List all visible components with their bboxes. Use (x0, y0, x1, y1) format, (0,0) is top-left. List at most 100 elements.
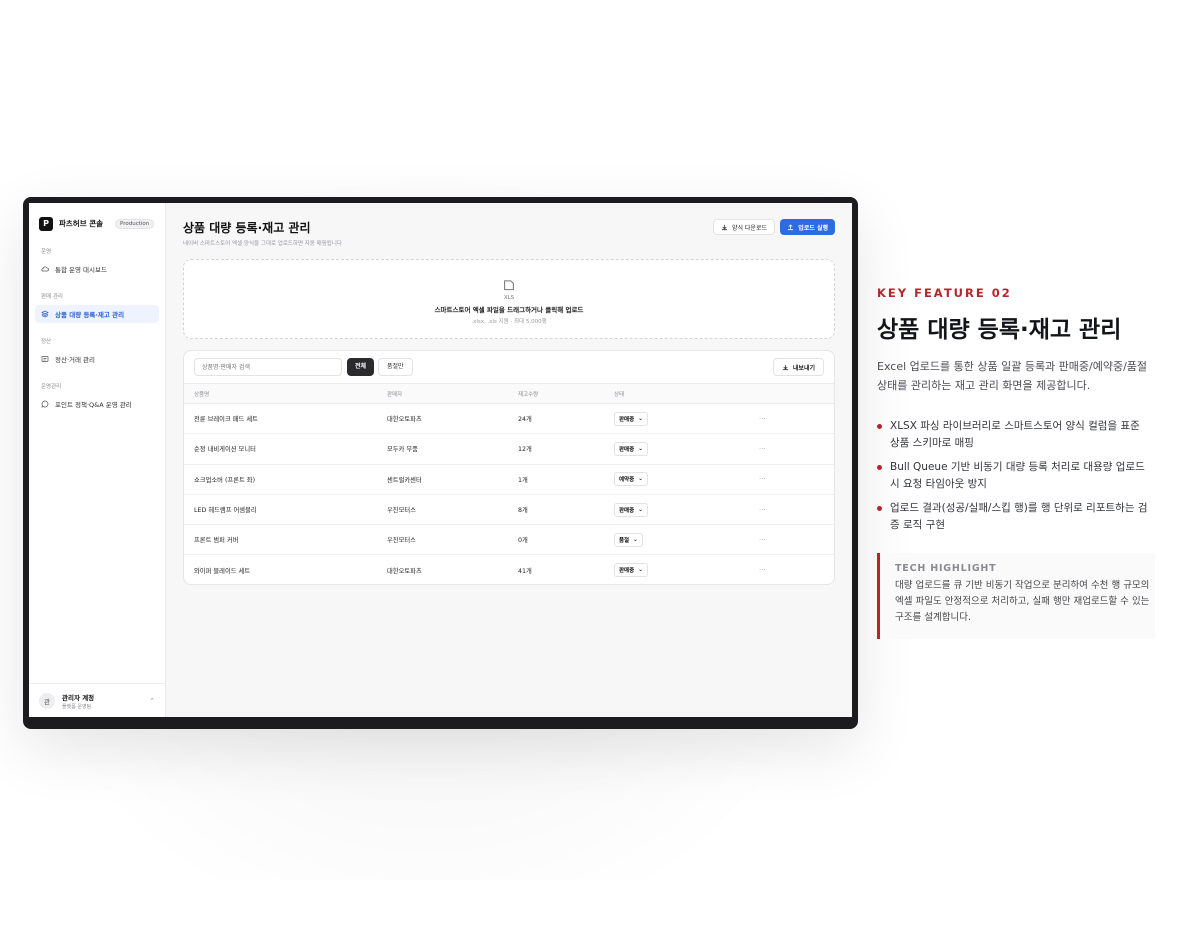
list-item: XLSX 파싱 라이브러리로 스마트스토어 양식 컬럼을 표준 상품 스키마로 … (877, 418, 1152, 451)
status-select[interactable]: 판매중 ⌄ (614, 563, 648, 578)
cell-seller: 우진모터스 (387, 494, 518, 526)
upload-icon (788, 223, 794, 230)
export-button[interactable]: 내보내기 (772, 358, 824, 376)
page-title: 상품 대량 등록·재고 관리 (183, 221, 311, 235)
sidebar-item-label: 상품 대량 등록·재고 관리 (55, 311, 125, 319)
download-icon (782, 364, 789, 370)
upload-run-button[interactable]: 업로드 실행 (780, 219, 835, 235)
file-type-label: XLS (503, 295, 515, 301)
cell-product-name: 프론트 범퍼 커버 (184, 524, 387, 556)
chevron-down-icon: ⌄ (638, 415, 643, 422)
table-row: 프론트 범퍼 커버 우진모터스 0개 품절 ⌄ ··· (184, 524, 834, 556)
sidebar: P 파츠허브 콘솔 Production 운영 통합 운영 대시보드 판매 관리… (29, 203, 166, 717)
sidebar-item-label: 정산·거래 관리 (55, 356, 96, 364)
filter-soldout-button[interactable]: 품절만 (378, 358, 413, 376)
column-header-actions (759, 383, 834, 404)
more-icon[interactable]: ··· (759, 475, 766, 483)
table-row: 쇼크업소버 (프론트 좌) 센트럴카센터 1개 예약중 ⌄ ··· (184, 464, 834, 495)
status-value: 품절 (619, 537, 630, 544)
feature-bullets: XLSX 파싱 라이브러리로 스마트스토어 양식 컬럼을 표준 상품 스키마로 … (877, 418, 1152, 541)
main-content: 상품 대량 등록·재고 관리 네이버 스마트스토어 엑셀 양식을 그대로 업로드… (183, 203, 835, 717)
cell-seller: 센트럴카센터 (387, 464, 518, 495)
inventory-panel: 전체 품절만 내보내기 상품명 판매자 재고수량 상태 (183, 350, 835, 585)
tech-highlight-title: TECH HIGHLIGHT (895, 563, 997, 574)
list-item: Bull Queue 기반 비동기 대량 등록 처리로 대용량 업로드 시 요청… (877, 459, 1152, 492)
more-icon[interactable]: ··· (759, 506, 766, 514)
search-input[interactable] (194, 358, 342, 376)
bullet-text: XLSX 파싱 라이브러리로 스마트스토어 양식 컬럼을 표준 상품 스키마로 … (890, 420, 1140, 449)
status-select[interactable]: 예약중 ⌄ (614, 472, 648, 487)
sidebar-item-dashboard[interactable]: 통합 운영 대시보드 (35, 260, 159, 278)
sidebar-item-bulk-upload[interactable]: 상품 대량 등록·재고 관리 (35, 305, 159, 323)
more-icon[interactable]: ··· (759, 415, 766, 423)
bullet-dot-icon (877, 506, 882, 511)
device-frame: P 파츠허브 콘솔 Production 운영 통합 운영 대시보드 판매 관리… (23, 197, 858, 729)
environment-badge: Production (115, 218, 155, 229)
template-download-label: 양식 다운로드 (731, 224, 767, 232)
status-select[interactable]: 판매중 ⌄ (614, 502, 648, 517)
sidebar-item-points-qna[interactable]: 포인트 정책·Q&A 운영 관리 (35, 395, 159, 413)
sidebar-item-settlement[interactable]: 정산·거래 관리 (35, 350, 159, 368)
download-icon (721, 224, 728, 230)
nav-section-label: 판매 관리 (41, 294, 63, 300)
export-label: 내보내기 (792, 364, 815, 372)
chevron-down-icon: ⌄ (638, 445, 643, 452)
cell-product-name: LED 헤드램프 어셈블리 (184, 494, 387, 526)
chat-icon (41, 400, 49, 408)
cloud-icon (41, 266, 49, 272)
account-info: 관리자 계정 플랫폼 운영팀 (62, 692, 142, 710)
feature-title: 상품 대량 등록·재고 관리 (877, 317, 1122, 343)
column-header-status: 상태 (614, 383, 759, 404)
sidebar-item-label: 포인트 정책·Q&A 운영 관리 (55, 401, 132, 409)
nav-section-label: 운영관리 (41, 384, 62, 390)
cell-stock: 0개 (518, 524, 614, 556)
chevron-down-icon: ⌄ (638, 567, 643, 574)
status-value: 판매중 (619, 416, 635, 423)
status-value: 판매중 (619, 507, 635, 514)
chevron-down-icon: ⌄ (633, 536, 638, 543)
receipt-icon (41, 356, 49, 362)
more-icon[interactable]: ··· (759, 445, 766, 453)
table-row: 와이퍼 블레이드 세트 대한오토파츠 41개 판매중 ⌄ ··· (184, 555, 834, 584)
cell-stock: 8개 (518, 494, 614, 526)
status-select[interactable]: 판매중 ⌄ (614, 411, 648, 426)
chevron-down-icon: ⌄ (638, 476, 643, 483)
chevron-down-icon: ⌄ (638, 506, 643, 513)
table-toolbar: 전체 품절만 내보내기 (184, 351, 834, 383)
app-screen: P 파츠허브 콘솔 Production 운영 통합 운영 대시보드 판매 관리… (29, 203, 852, 717)
status-select[interactable]: 판매중 ⌄ (614, 441, 648, 456)
table-row: 전륜 브레이크 패드 세트 대한오토파츠 24개 판매중 ⌄ ··· (184, 403, 834, 435)
cell-product-name: 쇼크업소버 (프론트 좌) (184, 464, 387, 495)
list-item: 업로드 결과(성공/실패/스킵 행)를 행 단위로 리포트하는 검증 로직 구현 (877, 500, 1152, 533)
filter-all-button[interactable]: 전체 (347, 358, 375, 376)
avatar: 관 (39, 692, 55, 709)
cell-seller: 우진모터스 (387, 524, 518, 556)
feature-description: Excel 업로드를 통한 상품 일괄 등록과 판매중/예약중/품절 상태를 관… (877, 360, 1148, 392)
more-icon[interactable]: ··· (759, 566, 766, 574)
chevron-up-down-icon: ⌃ (149, 696, 155, 705)
upload-run-label: 업로드 실행 (798, 224, 828, 232)
brand[interactable]: P 파츠허브 콘솔 Production (29, 203, 165, 233)
bullet-text: Bull Queue 기반 비동기 대량 등록 처리로 대용량 업로드 시 요청… (890, 461, 1145, 490)
column-header-stock: 재고수량 (518, 383, 614, 404)
bullet-text: 업로드 결과(성공/실패/스킵 행)를 행 단위로 리포트하는 검증 로직 구현 (890, 502, 1148, 531)
table-header-row: 상품명 판매자 재고수량 상태 (184, 383, 834, 404)
bullet-dot-icon (877, 424, 882, 429)
table-row: 순정 내비게이션 모니터 모두카 부품 12개 판매중 ⌄ ··· (184, 433, 834, 465)
more-icon[interactable]: ··· (759, 536, 766, 544)
inventory-table: 상품명 판매자 재고수량 상태 전륜 브레이크 패드 세트 대한오토파츠 24개 (184, 383, 834, 584)
cell-seller: 대한오토파츠 (387, 403, 518, 435)
cell-product-name: 와이퍼 블레이드 세트 (194, 567, 251, 575)
file-dropzone[interactable]: XLS 스마트스토어 엑셀 파일을 드래그하거나 클릭해 업로드 .xlsx, … (183, 259, 835, 339)
cell-seller: 모두카 부품 (387, 433, 518, 465)
cell-stock: 41개 (518, 567, 532, 575)
nav-section-label: 운영 (41, 249, 52, 255)
cell-stock: 24개 (518, 403, 614, 435)
tech-highlight-body: 대량 업로드를 큐 기반 비동기 작업으로 분리하여 수천 행 규모의 엑셀 파… (895, 580, 1150, 623)
template-download-button[interactable]: 양식 다운로드 (712, 219, 775, 235)
status-select[interactable]: 품절 ⌄ (614, 532, 643, 547)
account-switcher[interactable]: 관 관리자 계정 플랫폼 운영팀 ⌃ (29, 683, 165, 717)
table-row: LED 헤드램프 어셈블리 우진모터스 8개 판매중 ⌄ ··· (184, 494, 834, 526)
file-xls-icon (504, 280, 514, 291)
cell-stock: 12개 (518, 433, 614, 465)
